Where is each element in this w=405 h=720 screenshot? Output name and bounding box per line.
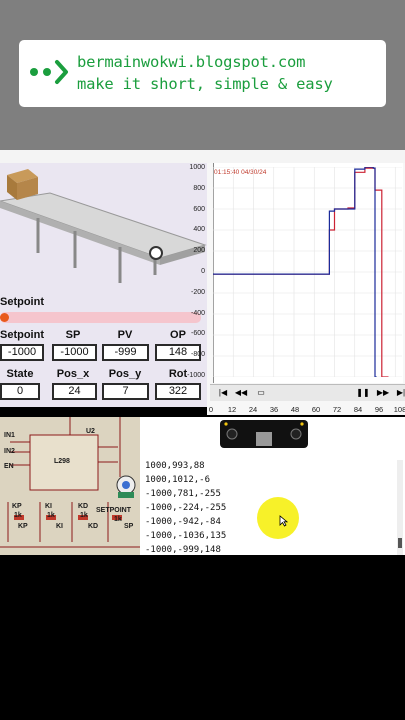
arduino-board-illustration [220, 420, 308, 448]
chart-x-tick: 0 [208, 405, 214, 414]
chart-svg [213, 167, 402, 377]
label-l298: L298 [54, 458, 70, 465]
chart-y-tick: -200 [190, 288, 205, 296]
conveyor-belt-illustration [0, 169, 207, 283]
share-logo-icon [30, 60, 68, 84]
label-in2: IN2 [4, 448, 15, 455]
label-ki-1k: 1k [47, 512, 55, 519]
chart-y-tick: 0 [201, 268, 205, 275]
label-in1: IN1 [4, 432, 15, 439]
chart-stop-button[interactable]: ▭ [254, 387, 268, 398]
label-ki: KI [45, 503, 52, 510]
label-setpoint: SETPOINT [96, 507, 132, 514]
serial-output-line: 1000,993,88 [145, 461, 205, 471]
serial-scrollbar-thumb[interactable] [398, 538, 402, 548]
chart-rewind-button[interactable]: ◀◀ [234, 387, 248, 398]
blog-banner: bermainwokwi.blogspot.com make it short,… [19, 40, 386, 107]
setpoint-slider[interactable] [0, 312, 201, 323]
chart-forward-button[interactable]: ▶▶ [376, 387, 390, 398]
setpoint-slider-knob[interactable] [0, 313, 9, 322]
chart-first-button[interactable]: |◀ [216, 387, 230, 398]
chart-x-tick: 96 [374, 405, 384, 414]
chart-x-tick: 12 [227, 405, 237, 414]
setpoint-slider-label: Setpoint [0, 296, 44, 308]
label-ki-pot: KI [56, 523, 63, 530]
label-setpoint-1k: 1k [114, 516, 122, 523]
header-sp: SP [65, 329, 81, 341]
header-setpoint: Setpoint [0, 329, 44, 341]
serial-output-line: -1000,-1036,135 [145, 531, 227, 541]
pos-x-value-box: 24 [52, 383, 97, 400]
serial-output-line: 1000,1012,-6 [145, 475, 211, 485]
chart-x-tick: 60 [311, 405, 321, 414]
label-sp-pot: SP [124, 523, 134, 530]
state-value-box: 0 [0, 383, 40, 400]
label-kd-1k: 1k [80, 512, 88, 519]
chart-series-line-red [213, 167, 389, 377]
chart-x-tick: 72 [332, 405, 342, 414]
serial-output-line: -1000,-999,148 [145, 545, 221, 555]
chart-y-tick: 800 [193, 184, 205, 192]
chart-y-tick: -400 [190, 309, 205, 317]
chart-y-tick: -800 [190, 351, 205, 359]
chart-x-tick: 24 [248, 405, 258, 414]
chart-y-tick: 200 [193, 247, 205, 255]
serial-output-line: -1000,-224,-255 [145, 503, 227, 513]
chart-x-tick: 84 [353, 405, 363, 414]
rot-value-box: 322 [155, 383, 201, 400]
chart-y-tick: -600 [190, 330, 205, 338]
mouse-highlight [257, 497, 299, 539]
chart-y-tick: 600 [193, 205, 205, 213]
header-state: State [6, 368, 34, 380]
chart-y-tick: 400 [193, 226, 205, 234]
label-kd-pot: KD [88, 523, 99, 530]
chart-pause-button[interactable]: ❚❚ [356, 387, 370, 398]
chart-y-tick: -1000 [187, 372, 205, 379]
serial-output-line: -1000,-942,-84 [145, 517, 221, 527]
chart-x-tick: 108 [393, 405, 405, 414]
label-kp-1k: 1k [14, 512, 22, 519]
label-kp-pot: KP [18, 523, 28, 530]
serial-output-line: -1000,781,-255 [145, 489, 221, 499]
label-kd: KD [78, 503, 89, 510]
pv-value-box: -999 [102, 344, 149, 361]
window-title-strip [0, 150, 405, 163]
setpoint-value-box: -1000 [0, 344, 44, 361]
chart-x-tick: 48 [290, 405, 300, 414]
chart-x-tick: 36 [269, 405, 279, 414]
chart-last-button[interactable]: ▶| [394, 387, 405, 398]
circuit-wires-illustration [0, 417, 140, 548]
header-pos-x: Pos_x [56, 368, 90, 380]
banner-url-text: bermainwokwi.blogspot.com [77, 53, 306, 71]
sp-value-box: -1000 [52, 344, 97, 361]
label-kp: KP [12, 503, 22, 510]
mouse-cursor-icon [279, 515, 288, 527]
chart-y-tick: 1000 [189, 164, 205, 171]
label-en: EN [4, 463, 14, 470]
pos-y-value-box: 7 [102, 383, 149, 400]
banner-tagline-text: make it short, simple & easy [77, 75, 333, 93]
header-pv: PV [117, 329, 133, 341]
header-pos-y: Pos_y [108, 368, 142, 380]
label-u2: U2 [86, 428, 95, 435]
